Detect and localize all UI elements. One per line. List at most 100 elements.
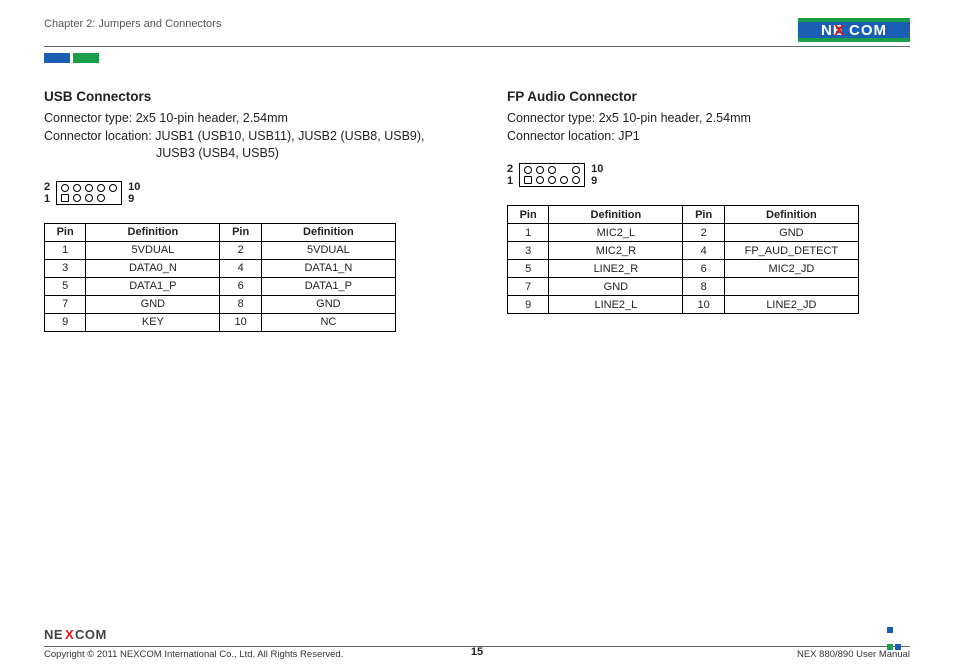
col-def: Definition: [724, 206, 858, 224]
fp-conn-type: Connector type: 2x5 10-pin header, 2.54m…: [507, 110, 910, 128]
cell: 3: [45, 259, 86, 277]
value: 2x5 10-pin header, 2.54mm: [136, 111, 288, 125]
table-row: 7GND8: [508, 278, 859, 296]
col-def: Definition: [261, 223, 395, 241]
cell: 5VDUAL: [261, 241, 395, 259]
col-pin: Pin: [220, 223, 261, 241]
cell: 9: [508, 296, 549, 314]
cell: LINE2_JD: [724, 296, 858, 314]
cell: LINE2_L: [549, 296, 683, 314]
table-row: 5DATA1_P6DATA1_P: [45, 277, 396, 295]
svg-text:NE: NE: [44, 627, 63, 642]
cell: NC: [261, 313, 395, 331]
fp-conn-location: Connector location: JP1: [507, 128, 910, 146]
cell: 6: [220, 277, 261, 295]
cell: 2: [220, 241, 261, 259]
cell: 7: [45, 295, 86, 313]
cell: 5VDUAL: [86, 241, 220, 259]
value: JP1: [618, 129, 640, 143]
cell: GND: [261, 295, 395, 313]
cell: 3: [508, 242, 549, 260]
cell: 8: [683, 278, 724, 296]
usb-conn-type: Connector type: 2x5 10-pin header, 2.54m…: [44, 110, 447, 128]
cell: 7: [508, 278, 549, 296]
cell: 1: [45, 241, 86, 259]
cell: KEY: [86, 313, 220, 331]
cell: 6: [683, 260, 724, 278]
cell: [724, 278, 858, 296]
cell: GND: [549, 278, 683, 296]
table-row: 3DATA0_N4DATA1_N: [45, 259, 396, 277]
nexcom-logo-top: NE COM X: [798, 18, 910, 42]
usb-pin-table: Pin Definition Pin Definition 15VDUAL25V…: [44, 223, 396, 332]
pin-label-9: 9: [591, 175, 597, 187]
header-color-bars: [44, 53, 910, 65]
table-header-row: Pin Definition Pin Definition: [508, 206, 859, 224]
cell: 8: [220, 295, 261, 313]
cell: 4: [220, 259, 261, 277]
pin-box-icon: [56, 181, 122, 205]
footer-squares-icon: [886, 626, 910, 642]
pin-label-1: 1: [44, 193, 50, 205]
label: Connector type:: [44, 111, 132, 125]
value-line2: JUSB3 (USB4, USB5): [44, 145, 447, 163]
fp-pin-table: Pin Definition Pin Definition 1MIC2_L2GN…: [507, 205, 859, 314]
left-column: USB Connectors Connector type: 2x5 10-pi…: [44, 89, 447, 332]
value: 2x5 10-pin header, 2.54mm: [599, 111, 751, 125]
table-row: 15VDUAL25VDUAL: [45, 241, 396, 259]
usb-connectors-title: USB Connectors: [44, 89, 447, 104]
pin-label-10: 10: [591, 163, 603, 175]
svg-text:NE COM: NE COM: [821, 22, 887, 39]
pin-box-icon: [519, 163, 585, 187]
right-column: FP Audio Connector Connector type: 2x5 1…: [507, 89, 910, 332]
cell: GND: [86, 295, 220, 313]
header-rule: [44, 46, 910, 47]
col-def: Definition: [549, 206, 683, 224]
cell: DATA1_P: [86, 277, 220, 295]
svg-text:X: X: [834, 22, 844, 39]
label: Connector location:: [507, 129, 615, 143]
table-row: 9LINE2_L10LINE2_JD: [508, 296, 859, 314]
pin-label-2: 2: [507, 163, 513, 175]
value-line1: JUSB1 (USB10, USB11), JUSB2 (USB8, USB9)…: [155, 129, 424, 143]
table-row: 3MIC2_R4FP_AUD_DETECT: [508, 242, 859, 260]
col-def: Definition: [86, 223, 220, 241]
cell: 5: [45, 277, 86, 295]
cell: 5: [508, 260, 549, 278]
cell: DATA1_P: [261, 277, 395, 295]
cell: LINE2_R: [549, 260, 683, 278]
col-pin: Pin: [508, 206, 549, 224]
cell: DATA1_N: [261, 259, 395, 277]
cell: 2: [683, 224, 724, 242]
table-row: 9KEY10NC: [45, 313, 396, 331]
cell: 1: [508, 224, 549, 242]
cell: 10: [220, 313, 261, 331]
svg-text:X: X: [65, 627, 74, 642]
cell: MIC2_R: [549, 242, 683, 260]
cell: MIC2_JD: [724, 260, 858, 278]
table-header-row: Pin Definition Pin Definition: [45, 223, 396, 241]
svg-text:COM: COM: [75, 627, 107, 642]
pin-label-10: 10: [128, 181, 140, 193]
page-number: 15: [44, 646, 910, 658]
table-row: 5LINE2_R6MIC2_JD: [508, 260, 859, 278]
cell: 9: [45, 313, 86, 331]
table-row: 1MIC2_L2GND: [508, 224, 859, 242]
nexcom-logo-bottom: NE X COM: [44, 627, 114, 642]
fp-pin-header-diagram: 2 1 10 9: [507, 163, 910, 187]
label: Connector location:: [44, 129, 152, 143]
cell: FP_AUD_DETECT: [724, 242, 858, 260]
cell: MIC2_L: [549, 224, 683, 242]
pin-label-1: 1: [507, 175, 513, 187]
page-footer: NE X COM Copyright © 2011 NEXCOM Interna…: [44, 626, 910, 660]
usb-conn-location: Connector location: JUSB1 (USB10, USB11)…: [44, 128, 447, 163]
cell: 4: [683, 242, 724, 260]
fp-audio-title: FP Audio Connector: [507, 89, 910, 104]
table-row: 7GND8GND: [45, 295, 396, 313]
pin-label-2: 2: [44, 181, 50, 193]
pin-label-9: 9: [128, 193, 134, 205]
chapter-title: Chapter 2: Jumpers and Connectors: [44, 18, 221, 30]
col-pin: Pin: [45, 223, 86, 241]
cell: DATA0_N: [86, 259, 220, 277]
content-columns: USB Connectors Connector type: 2x5 10-pi…: [44, 89, 910, 332]
